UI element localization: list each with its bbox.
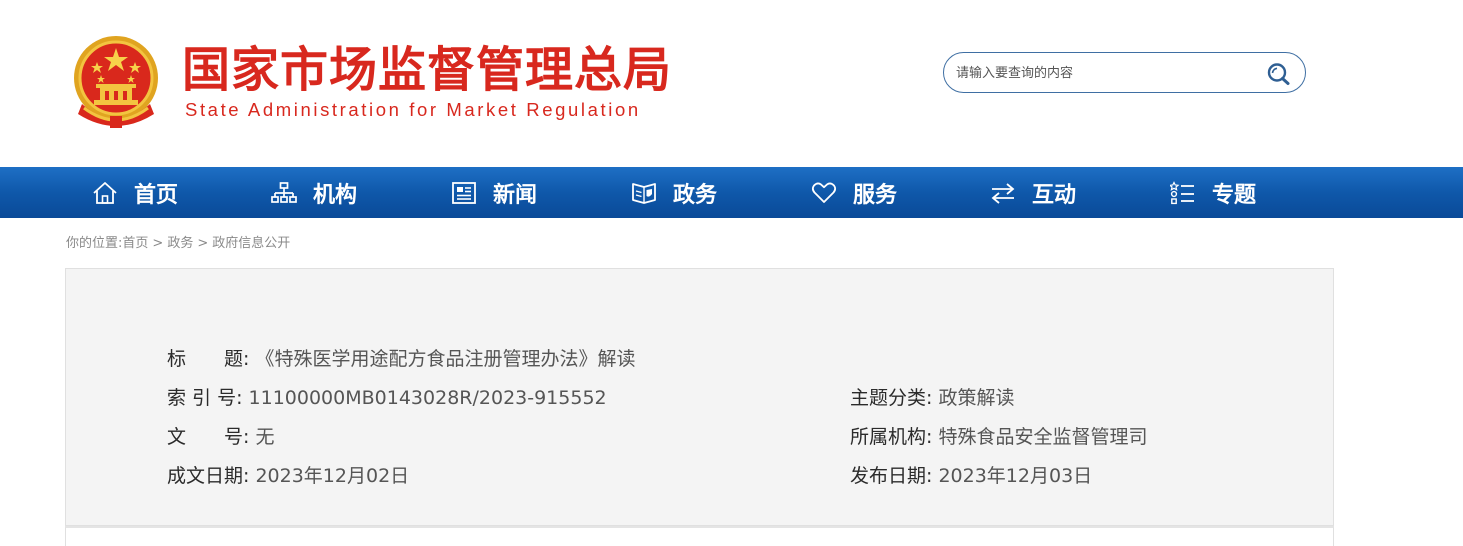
breadcrumb: 你的位置:首页 > 政务 > 政府信息公开 <box>66 235 290 253</box>
nav-label-interaction: 互动 <box>1032 182 1077 208</box>
document-info-panel: 标 题: 《特殊医学用途配方食品注册管理办法》解读 索 引 号: 1110000… <box>65 268 1334 526</box>
nav-label-service: 服务 <box>853 182 898 208</box>
site-title-cn: 国家市场监督管理总局 <box>182 42 673 98</box>
doc-no-value: 无 <box>255 426 275 448</box>
breadcrumb-home-link[interactable]: 首页 <box>122 236 148 251</box>
list-icon <box>1170 180 1194 204</box>
index-no-label: 索 引 号: <box>167 387 243 409</box>
content-frame <box>65 526 1334 546</box>
title-label: 标 题: <box>167 348 250 370</box>
title-value: 《特殊医学用途配方食品注册管理办法》解读 <box>255 348 636 370</box>
nav-label-news: 新闻 <box>493 182 538 208</box>
national-emblem-icon <box>74 36 158 128</box>
agency-value: 特殊食品安全监督管理司 <box>938 426 1148 448</box>
category-value: 政策解读 <box>938 387 1015 409</box>
main-nav: 首页 机构 新闻 政务 服务 互动 专题 <box>0 167 1463 218</box>
exchange-arrows-icon <box>991 182 1015 204</box>
nav-item-org[interactable]: 机构 <box>271 167 357 218</box>
home-icon <box>93 181 117 204</box>
agency-label: 所属机构: <box>850 426 933 448</box>
info-row-index-no: 索 引 号: 11100000MB0143028R/2023-915552 <box>167 385 607 411</box>
search-box <box>943 52 1306 93</box>
category-label: 主题分类: <box>850 387 933 409</box>
index-no-value: 11100000MB0143028R/2023-915552 <box>248 387 607 409</box>
info-row-agency: 所属机构: 特殊食品安全监督管理司 <box>850 424 1147 450</box>
heart-icon <box>811 182 837 203</box>
written-date-label: 成文日期: <box>167 465 250 487</box>
publish-date-value: 2023年12月03日 <box>938 465 1093 487</box>
info-row-publish-date: 发布日期: 2023年12月03日 <box>850 463 1092 489</box>
search-input[interactable] <box>956 61 1256 85</box>
info-row-category: 主题分类: 政策解读 <box>850 385 1014 411</box>
nav-item-interaction[interactable]: 互动 <box>990 167 1076 218</box>
info-row-doc-no: 文 号: 无 <box>167 424 274 450</box>
breadcrumb-gov-info-link[interactable]: 政府信息公开 <box>212 236 290 251</box>
nav-label-topics: 专题 <box>1212 182 1257 208</box>
info-row-title: 标 题: 《特殊医学用途配方食品注册管理办法》解读 <box>167 346 635 372</box>
breadcrumb-separator: > <box>197 236 209 251</box>
search-icon[interactable] <box>1266 62 1292 86</box>
newspaper-icon <box>452 181 476 204</box>
breadcrumb-prefix: 你的位置: <box>66 236 123 251</box>
nav-item-service[interactable]: 服务 <box>811 167 897 218</box>
written-date-value: 2023年12月02日 <box>255 465 410 487</box>
info-row-written-date: 成文日期: 2023年12月02日 <box>167 463 409 489</box>
nav-label-gov-affairs: 政务 <box>673 182 718 208</box>
nav-label-org: 机构 <box>313 182 358 208</box>
book-shield-icon <box>632 182 656 204</box>
nav-item-topics[interactable]: 专题 <box>1170 167 1256 218</box>
nav-label-home: 首页 <box>134 182 179 208</box>
publish-date-label: 发布日期: <box>850 465 933 487</box>
nav-item-gov-affairs[interactable]: 政务 <box>631 167 717 218</box>
doc-no-label: 文 号: <box>167 426 250 448</box>
nav-item-home[interactable]: 首页 <box>92 167 178 218</box>
org-chart-icon <box>271 181 297 203</box>
breadcrumb-separator: > <box>152 236 164 251</box>
site-title-en: State Administration for Market Regulati… <box>185 99 641 120</box>
nav-item-news[interactable]: 新闻 <box>451 167 537 218</box>
site-header: 国家市场监督管理总局 State Administration for Mark… <box>0 0 1463 167</box>
breadcrumb-gov-affairs-link[interactable]: 政务 <box>167 236 193 251</box>
